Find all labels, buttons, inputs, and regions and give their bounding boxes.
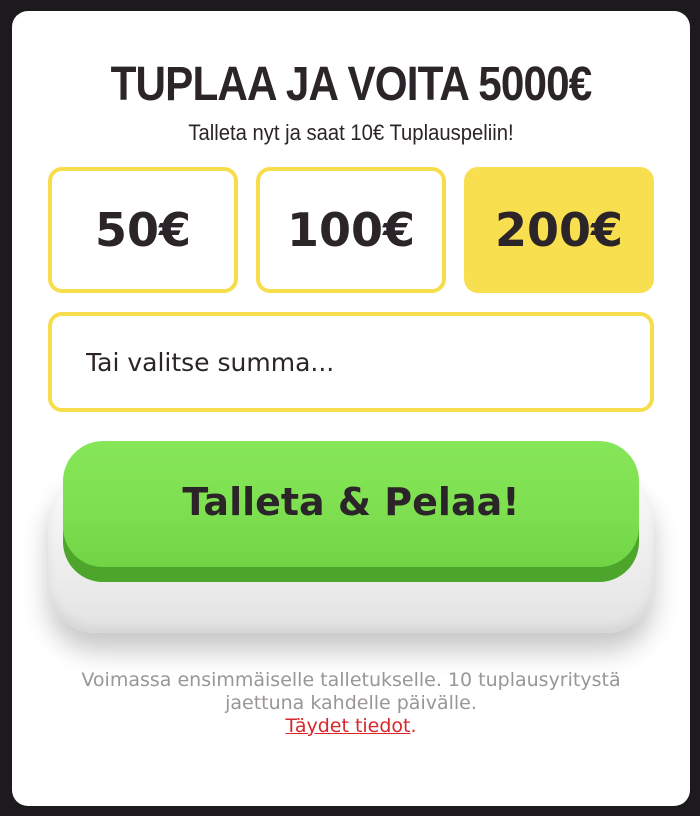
custom-amount-input[interactable] — [86, 316, 626, 408]
terms-period: . — [410, 715, 417, 737]
amount-option-200[interactable]: 200€ — [464, 167, 654, 293]
terms-line-2: jaettuna kahdelle päivälle. — [225, 692, 477, 714]
promo-subtitle: Talleta nyt ja saat 10€ Tuplauspeliin! — [188, 120, 514, 145]
amount-option-label: 50€ — [94, 203, 192, 257]
promo-title: TUPLAA JA VOITA 5000€ — [110, 58, 593, 111]
deposit-card: TUPLAA JA VOITA 5000€ Talleta nyt ja saa… — [12, 11, 690, 806]
amount-option-label: 200€ — [494, 203, 624, 257]
terms-link-row: Täydet tiedot. — [12, 715, 690, 738]
amount-option-100[interactable]: 100€ — [256, 167, 446, 293]
terms-text: Voimassa ensimmäiselle talletukselle. 10… — [12, 669, 690, 738]
terms-line-1: Voimassa ensimmäiselle talletukselle. 10… — [81, 669, 621, 691]
amount-option-label: 100€ — [286, 203, 416, 257]
deposit-play-button-label: Talleta & Pelaa! — [182, 480, 520, 524]
amount-option-50[interactable]: 50€ — [48, 167, 238, 293]
deposit-play-button[interactable]: Talleta & Pelaa! — [63, 441, 639, 567]
custom-amount-field — [48, 312, 654, 412]
full-details-link[interactable]: Täydet tiedot — [285, 715, 410, 737]
